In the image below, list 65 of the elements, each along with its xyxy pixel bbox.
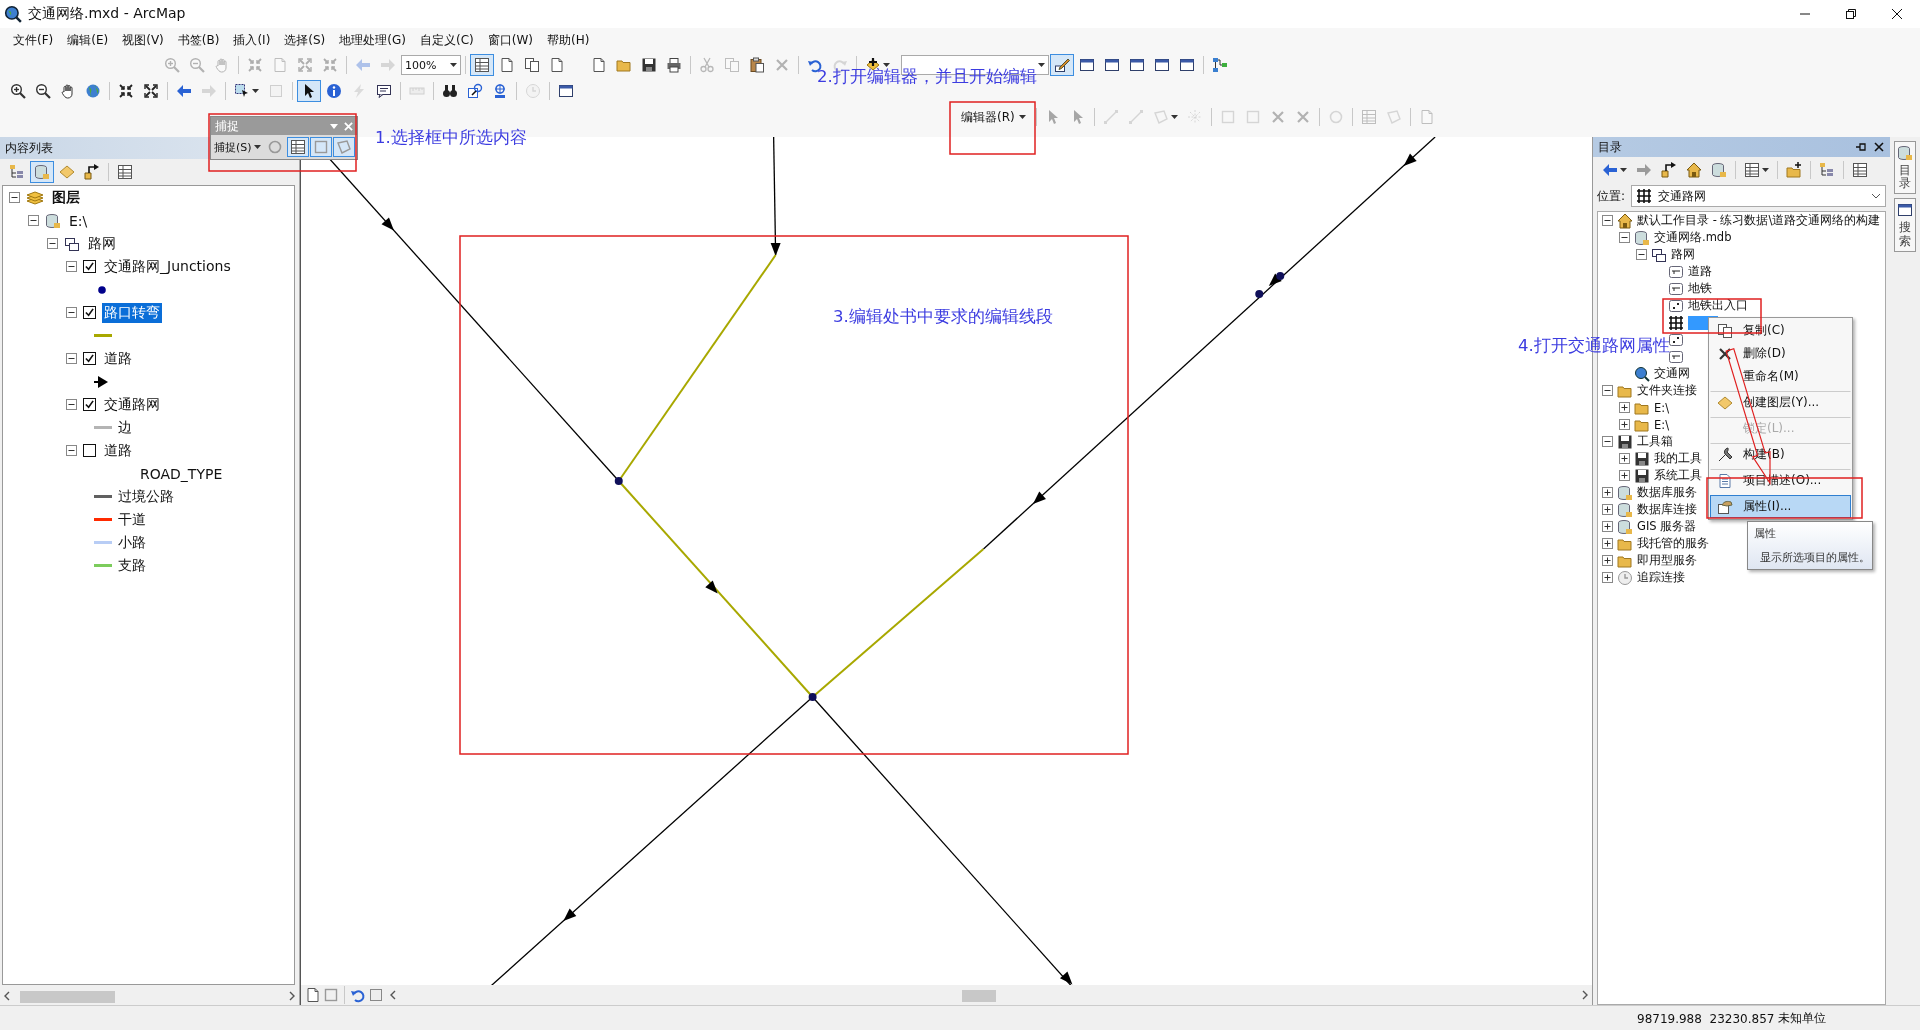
window-title: 交通网络.mxd - ArcMap	[28, 5, 187, 23]
catalog-item[interactable]: E:\	[1654, 417, 1669, 432]
units-label: 未知单位	[1778, 1010, 1827, 1027]
menu-item[interactable]: 文件(F)	[6, 29, 61, 51]
layer-name[interactable]: 道路	[102, 348, 134, 369]
editor-menu[interactable]: 编辑器(R)	[955, 106, 1032, 128]
catalog-item[interactable]: GIS 服务器	[1637, 519, 1697, 534]
catalog-item[interactable]: 数据库服务	[1637, 485, 1697, 500]
location-field[interactable]: 交通路网	[1631, 185, 1886, 207]
location-label: 位置:	[1597, 187, 1626, 205]
catalog-item[interactable]: 地铁	[1688, 281, 1712, 296]
layer-name[interactable]: 路网	[86, 233, 118, 254]
menu-item[interactable]: 自定义(C)	[412, 29, 481, 51]
panel-title: 目录	[1598, 138, 1623, 156]
menu-item[interactable]: 窗口(W)	[480, 29, 540, 51]
catalog-item[interactable]: 道路	[1688, 264, 1712, 279]
side-tab[interactable]: 目录	[1894, 141, 1916, 195]
layer-name[interactable]: 图层	[50, 187, 82, 208]
annotation-text: 1.选择框中所选内容	[375, 127, 527, 149]
side-tab[interactable]: 搜索	[1894, 198, 1916, 252]
menu-item[interactable]: 选择(S)	[277, 29, 333, 51]
catalog-item[interactable]: 默认工作目录 - 练习数据\道路交通网络的构建	[1637, 213, 1881, 228]
layer-name[interactable]: 道路	[102, 440, 134, 461]
layer-name[interactable]: 交通路网_Junctions	[102, 256, 233, 277]
legend-label: 边	[117, 417, 133, 437]
menu-item[interactable]: 重命名(M)	[1710, 365, 1851, 388]
legend-label: 过境公路	[117, 486, 175, 506]
layer-name[interactable]: 交通路网	[102, 394, 162, 415]
catalog-item[interactable]: 交通网	[1654, 366, 1690, 381]
catalog-item[interactable]: 数据库连接	[1637, 502, 1697, 517]
panel-title: 内容列表	[5, 139, 53, 157]
annotation-text: 4.打开交通路网属性	[1518, 335, 1670, 357]
catalog-item[interactable]: 地铁出入口	[1688, 298, 1748, 313]
tooltip-text: 显示所选项目的属性。	[1759, 550, 1866, 565]
snapping-menu[interactable]: 捕捉(S)	[214, 139, 261, 155]
catalog-item[interactable]: E:\	[1654, 400, 1669, 415]
coordinates-readout: 98719.988 23230.857	[1637, 1011, 1775, 1026]
legend-heading: ROAD_TYPE	[139, 464, 224, 483]
layer-name[interactable]: E:\	[67, 211, 90, 230]
legend-label: 小路	[117, 532, 147, 552]
menu-item[interactable]: 编辑(E)	[60, 29, 116, 51]
catalog-item[interactable]: 交通网络.mdb	[1654, 230, 1732, 245]
menu-item[interactable]: 插入(I)	[226, 29, 278, 51]
toolbar-title: 捕捉	[215, 117, 240, 135]
legend-label: 支路	[117, 555, 147, 575]
menu-item[interactable]: 属性(I)...	[1710, 495, 1851, 518]
annotation-text: 3.编辑处书中要求的编辑线段	[833, 306, 1053, 328]
tooltip-title: 属性	[1754, 526, 1777, 541]
catalog-item[interactable]: 工具箱	[1637, 434, 1673, 449]
annotation-text: 2.打开编辑器，并且开始编辑	[817, 66, 1037, 88]
legend-label: 干道	[117, 509, 147, 529]
catalog-item[interactable]: 路网	[1671, 247, 1695, 262]
zoom-combo[interactable]: 100%	[401, 55, 461, 75]
catalog-item[interactable]: 即用型服务	[1637, 553, 1697, 568]
menu-item[interactable]: 地理处理(G)	[332, 29, 413, 51]
catalog-item[interactable]: 追踪连接	[1637, 570, 1685, 585]
catalog-item[interactable]: 文件夹连接	[1637, 383, 1697, 398]
menu-item[interactable]: 视图(V)	[115, 29, 171, 51]
menu-item[interactable]: 帮助(H)	[539, 29, 597, 51]
layer-name[interactable]: 路口转弯	[102, 302, 162, 323]
catalog-item[interactable]: 我托管的服务	[1637, 536, 1709, 551]
catalog-item[interactable]: 我的工具	[1654, 451, 1702, 466]
catalog-item[interactable]: 系统工具	[1654, 468, 1702, 483]
menu-item[interactable]: 删除(D)	[1710, 342, 1851, 365]
menu-item[interactable]: 书签(B)	[170, 29, 227, 51]
